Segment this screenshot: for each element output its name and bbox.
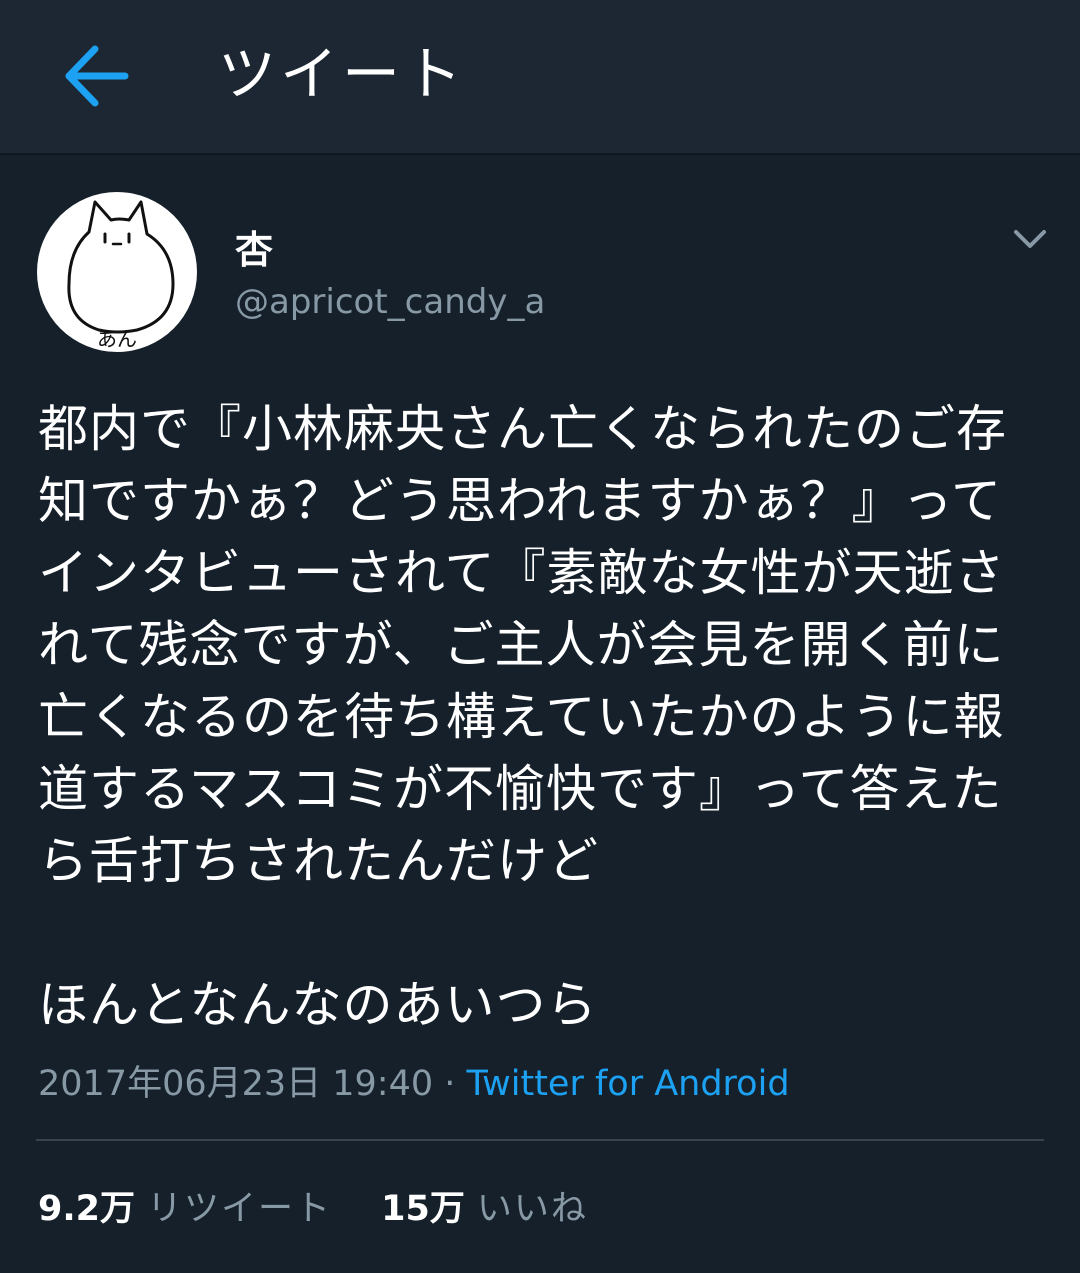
meta-separator: ·: [433, 1064, 467, 1104]
page-title: ツイート: [218, 40, 467, 108]
divider: [36, 1139, 1044, 1141]
tweet-timestamp: 2017年06月23日 19:40: [38, 1064, 434, 1104]
tweet-stats: 9.2万 リツイート 15万 いいね: [38, 1185, 626, 1233]
back-button[interactable]: [50, 30, 142, 122]
cat-avatar-image: あん: [67, 200, 175, 351]
likes-stat[interactable]: 15万 いいね: [381, 1185, 588, 1233]
arrow-left-icon: [65, 45, 129, 107]
avatar[interactable]: あん: [37, 192, 197, 352]
chevron-down-icon: [1014, 230, 1046, 248]
retweets-label: リツイート: [147, 1189, 333, 1229]
likes-count: 15万: [381, 1189, 465, 1229]
retweets-stat[interactable]: 9.2万 リツイート: [38, 1185, 332, 1233]
tweet-source-link[interactable]: Twitter for Android: [467, 1064, 790, 1104]
retweets-count: 9.2万: [38, 1189, 136, 1229]
tweet-menu-button[interactable]: [1006, 215, 1054, 263]
likes-label: いいね: [476, 1189, 588, 1229]
author-handle[interactable]: @apricot_candy_a: [235, 279, 545, 325]
author-display-name[interactable]: 杏: [235, 225, 273, 275]
avatar-caption: あん: [97, 327, 137, 351]
tweet-detail: あん 杏 @apricot_candy_a 都内で『小林麻央さん亡くなられたのご…: [0, 155, 1080, 1273]
tweet-text: 都内で『小林麻央さん亡くなられたのご存知ですかぁ？どう思われますかぁ？』ってイン…: [38, 400, 1007, 1034]
top-app-bar: ツイート: [0, 0, 1080, 155]
tweet-meta: 2017年06月23日 19:40 · Twitter for Android: [38, 1060, 790, 1108]
